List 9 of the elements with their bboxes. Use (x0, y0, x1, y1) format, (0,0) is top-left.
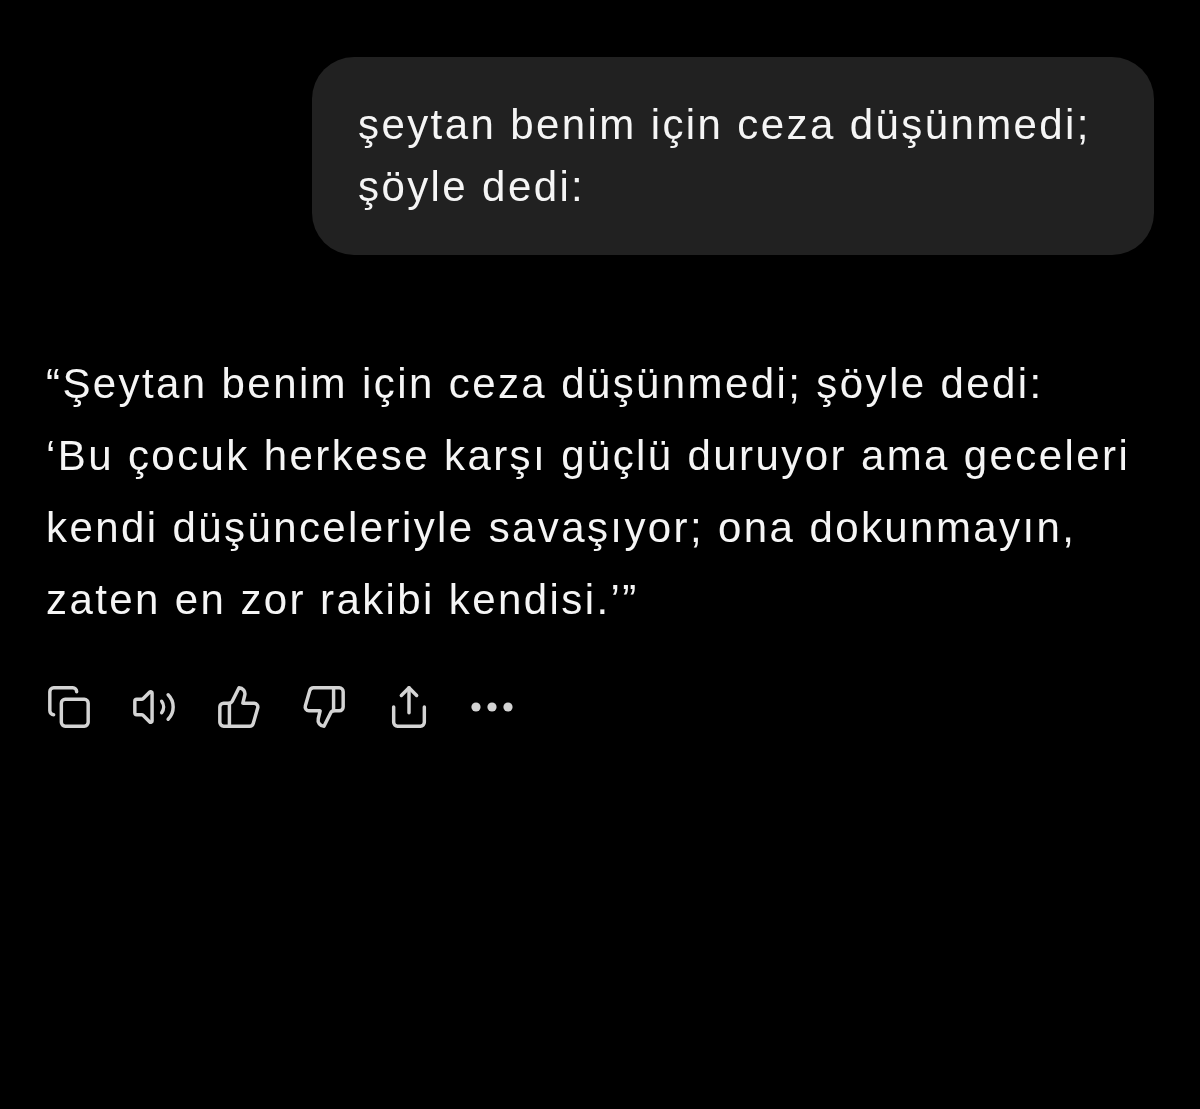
more-icon (471, 702, 513, 712)
copy-icon (46, 684, 92, 730)
thumbs-down-icon (301, 684, 347, 730)
thumbs-up-icon (216, 684, 262, 730)
dislike-button[interactable] (301, 684, 347, 730)
copy-button[interactable] (46, 684, 92, 730)
user-message-bubble: şeytan benim için ceza düşünmedi; şöyle dedi: (312, 57, 1154, 255)
assistant-message: “Şeytan benim için ceza düşünmedi; şöyle dedi: ‘Bu çocuk herkese karşı güçlü duruyor ama geceleri kendi düşünceleriyle savaşıyor; ona dokunmayın, zaten en zor rakibi kendisi.’” (46, 359, 1132, 625)
like-button[interactable] (216, 684, 262, 730)
